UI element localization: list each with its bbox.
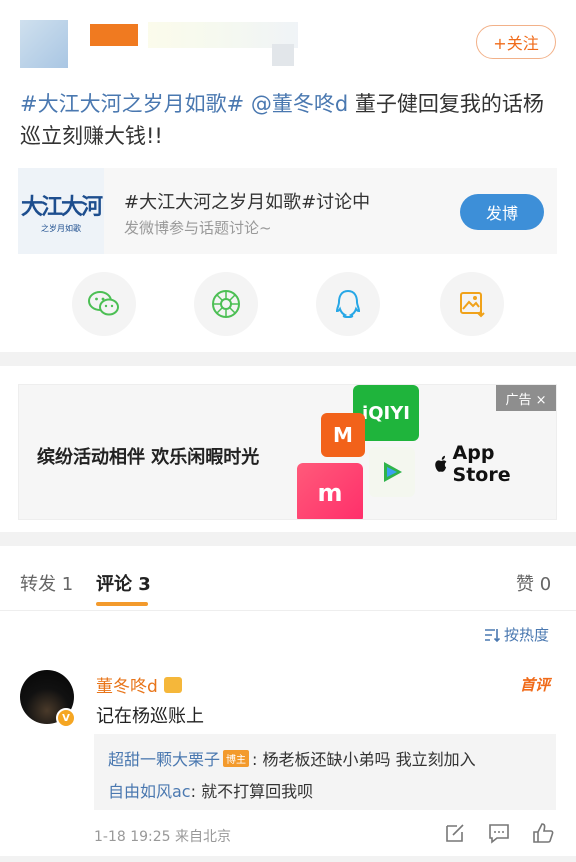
sort-label: 按热度: [504, 626, 550, 644]
ad-banner[interactable]: 缤纷活动相伴 欢乐闲暇时光 广告 × iQIYI M m App Store: [18, 384, 557, 520]
host-badge: 博主: [223, 749, 250, 767]
reply-user[interactable]: 自由如风ac: [108, 778, 191, 802]
fan-badge-icon: [163, 676, 182, 693]
post-text: #大江大河之岁月如歌# @董冬咚d 董子健回复我的话杨巡立刻赚大钱!!: [20, 88, 560, 152]
replies-box[interactable]: 超甜一颗大栗子 博主 : 杨老板还缺小弟吗 我立刻加入 自由如风ac : 就不打…: [94, 734, 556, 810]
comment-location: 来自北京: [175, 829, 232, 845]
follow-button[interactable]: +关注: [476, 25, 556, 59]
like-icon[interactable]: [532, 822, 554, 844]
first-comment-label: 首评: [520, 676, 551, 694]
topic-thumbnail-title: 大江大河: [20, 193, 103, 220]
reply-user[interactable]: 超甜一颗大栗子: [108, 746, 220, 770]
comment-icon[interactable]: [488, 822, 510, 844]
tab-comments[interactable]: 评论 3: [96, 570, 151, 596]
author-avatar[interactable]: [20, 20, 68, 68]
topic-title: #大江大河之岁月如歌#讨论中: [124, 192, 371, 213]
app-store-label: App Store: [433, 442, 556, 486]
bottom-divider: [0, 856, 576, 862]
comment-meta: 1-18 19:25 来自北京: [94, 826, 231, 846]
topic-subtitle: 发微博参与话题讨论~: [124, 219, 272, 237]
topic-thumbnail: 大江大河 之岁月如歌: [18, 168, 104, 254]
sort-by-hot-button[interactable]: 按热度: [484, 624, 549, 645]
author-name-blurred[interactable]: [90, 24, 138, 46]
commenter-name[interactable]: 董冬咚d: [96, 672, 182, 697]
tab-reposts[interactable]: 转发 1: [20, 570, 73, 596]
reply-item[interactable]: 超甜一颗大栗子 博主 : 杨老板还缺小弟吗 我立刻加入: [108, 746, 476, 770]
mgtv-app-icon: M: [321, 413, 365, 457]
share-wechat-button[interactable]: [72, 272, 136, 336]
qq-icon: [335, 289, 361, 319]
wechat-icon: [88, 291, 119, 316]
reply-text: : 杨老板还缺小弟吗 我立刻加入: [252, 750, 476, 769]
reply-item[interactable]: 自由如风ac : 就不打算回我呗: [108, 778, 313, 802]
share-moments-button[interactable]: [194, 272, 258, 336]
comment-text: 记在杨巡账上: [96, 706, 204, 727]
meitu-app-icon: m: [297, 463, 363, 519]
app-store-text: App Store: [452, 442, 511, 486]
active-tab-indicator: [96, 602, 148, 606]
apple-icon: [435, 455, 447, 472]
share-qq-button[interactable]: [316, 272, 380, 336]
post-mention[interactable]: @董冬咚d: [251, 92, 348, 116]
tab-likes[interactable]: 赞 0: [516, 570, 551, 596]
author-badge-blurred: [272, 44, 294, 66]
tab-divider: [0, 610, 576, 611]
post-hashtag[interactable]: #大江大河之岁月如歌#: [20, 92, 244, 116]
post-button[interactable]: 发博: [460, 194, 544, 230]
save-image-icon: [460, 292, 485, 318]
section-divider: [0, 532, 576, 546]
verified-badge-icon: V: [56, 708, 76, 728]
sort-icon: [485, 628, 500, 642]
topic-thumbnail-subtitle: 之岁月如歌: [41, 223, 81, 233]
tencent-video-app-icon: [369, 447, 415, 497]
repost-icon[interactable]: [444, 822, 466, 844]
ad-headline: 缤纷活动相伴 欢乐闲暇时光: [37, 447, 260, 468]
reply-text: : 就不打算回我呗: [190, 782, 314, 801]
moments-icon: [212, 290, 240, 318]
ad-close-tag[interactable]: 广告 ×: [496, 385, 556, 411]
commenter-name-text: 董冬咚d: [96, 677, 158, 697]
save-image-button[interactable]: [440, 272, 504, 336]
comment-time: 1-18 19:25: [94, 829, 171, 845]
topic-card[interactable]: 大江大河 之岁月如歌 #大江大河之岁月如歌#讨论中 发微博参与话题讨论~ 发博: [18, 168, 557, 254]
section-divider: [0, 352, 576, 366]
